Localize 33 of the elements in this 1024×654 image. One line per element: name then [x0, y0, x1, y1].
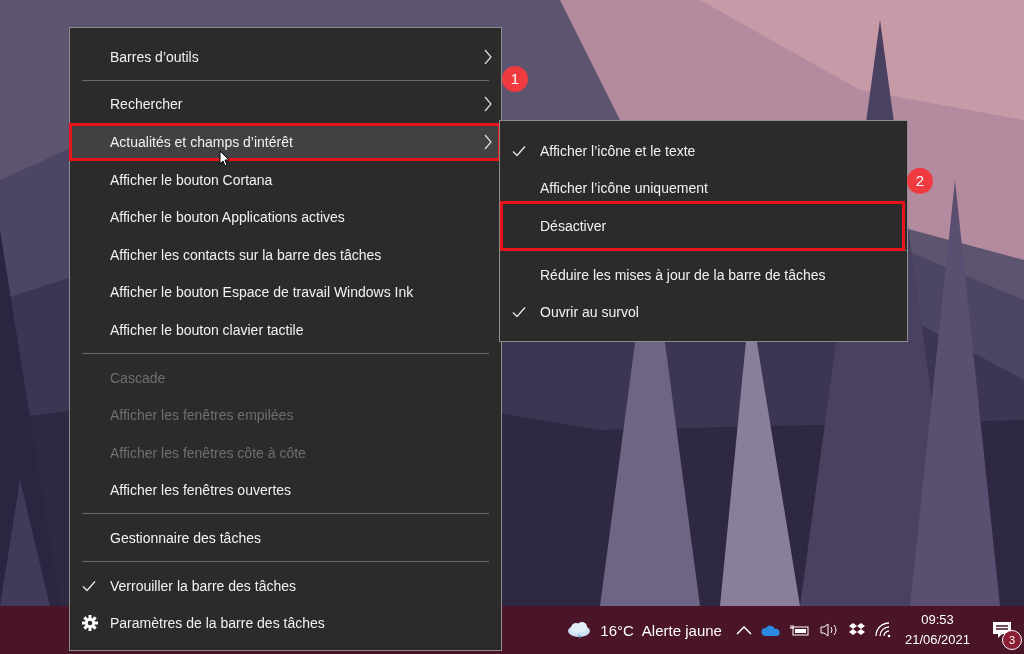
menu-item[interactable]: Ouvrir au survol — [500, 293, 907, 331]
wifi-icon[interactable] — [874, 622, 893, 638]
menu-item[interactable]: Afficher l’icône et le texte — [500, 132, 907, 170]
temperature[interactable]: 16°C — [600, 621, 634, 639]
mouse-pointer-icon — [219, 150, 231, 167]
menu-item[interactable]: Afficher le bouton Applications actives — [70, 198, 501, 236]
chevron-right-icon — [484, 48, 492, 65]
menu-item[interactable]: Paramètres de la barre des tâches — [70, 604, 501, 642]
check-icon — [82, 580, 96, 591]
cloud-icon[interactable] — [760, 623, 781, 637]
check-icon — [512, 145, 526, 157]
menu-item[interactable]: Gestionnaire des tâches — [70, 519, 501, 557]
menu-item[interactable]: Afficher les contacts sur la barre des tâches — [70, 235, 501, 274]
settings-icon — [82, 615, 98, 632]
check-icon — [512, 306, 526, 318]
weather-cloud-icon[interactable] — [566, 620, 593, 640]
menu-item[interactable]: Verrouiller la barre des tâches — [70, 566, 501, 605]
menu-item[interactable]: Afficher le bouton Cortana — [70, 160, 501, 199]
clock[interactable]: 09:53 21/06/2021 — [904, 610, 970, 650]
chevron-right-icon — [484, 134, 492, 150]
menu-item[interactable]: Réduire les mises à jour de la barre de tâches — [500, 255, 907, 294]
notification-badge: 3 — [1002, 630, 1022, 650]
menu-item[interactable]: Afficher les fenêtres ouvertes — [70, 471, 501, 510]
box-icon[interactable] — [847, 622, 866, 638]
weather-alert[interactable]: Alerte jaune — [641, 621, 722, 639]
chevron-up-icon[interactable] — [735, 625, 752, 635]
menu-item[interactable]: Afficher le bouton Espace de travail Windows Ink — [70, 273, 501, 312]
menu-item[interactable]: Afficher le bouton clavier tactile — [70, 311, 501, 349]
speaker-icon[interactable] — [818, 622, 839, 638]
menu-item[interactable]: Rechercher — [70, 85, 501, 124]
menu-item[interactable]: Barres d’outils — [70, 38, 501, 76]
battery-icon[interactable] — [789, 623, 810, 637]
chevron-right-icon — [484, 96, 492, 113]
